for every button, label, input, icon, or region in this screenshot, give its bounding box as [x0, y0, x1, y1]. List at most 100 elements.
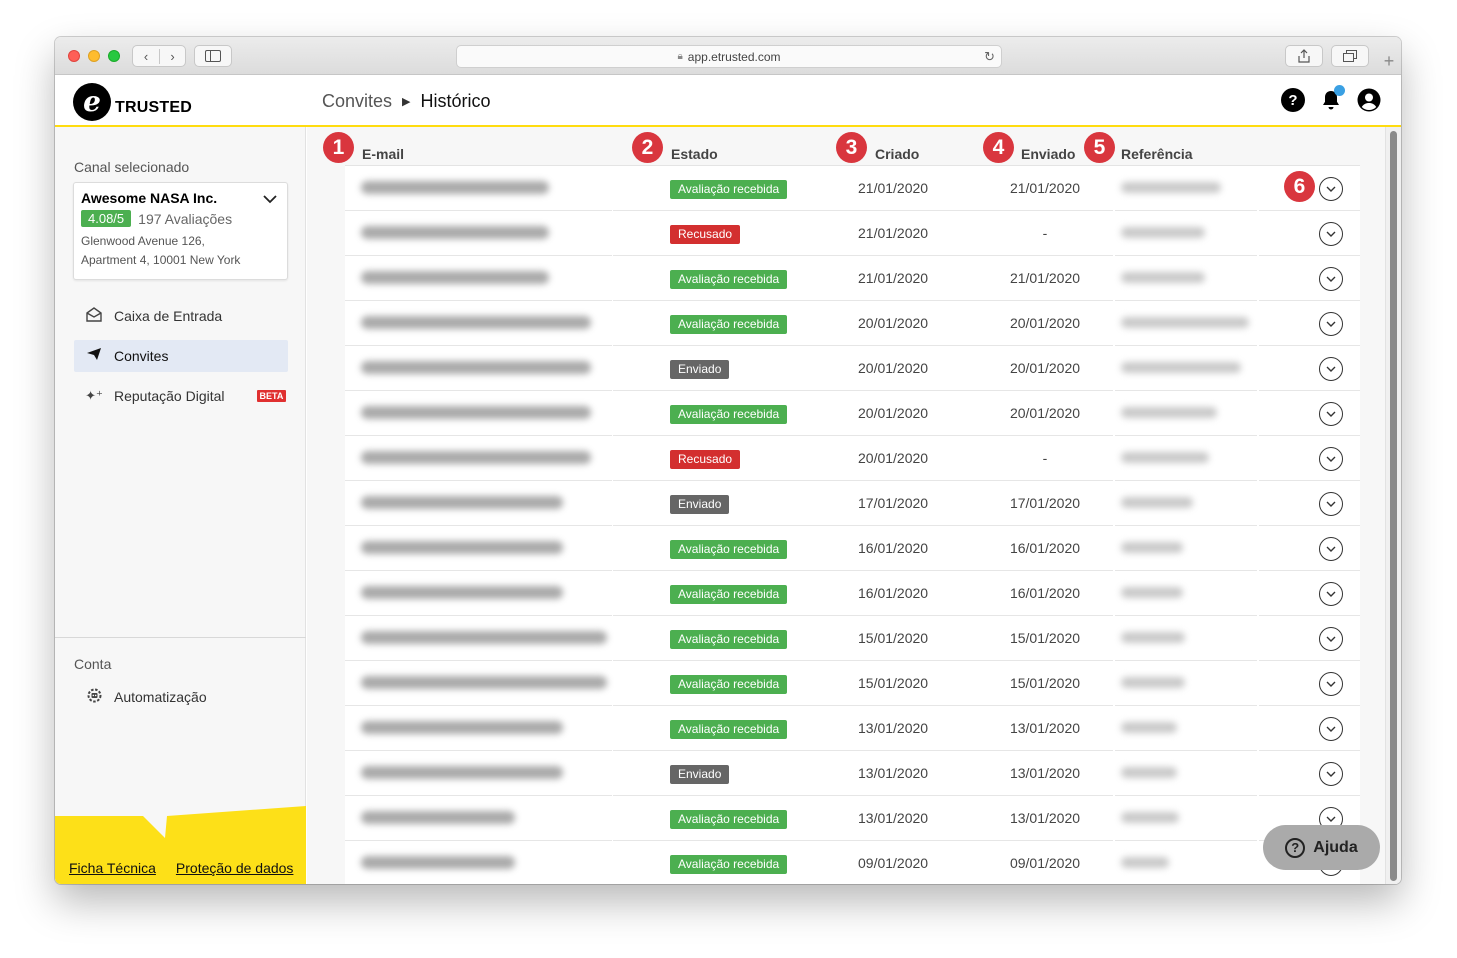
table-row[interactable]: Avaliação recebida 13/01/2020 13/01/2020 — [345, 796, 1360, 841]
chevron-down-icon — [1326, 681, 1336, 687]
created-date: 21/01/2020 — [858, 225, 929, 241]
expand-row-button[interactable] — [1319, 762, 1343, 786]
etrusted-logo[interactable]: e TRUSTED — [73, 83, 192, 121]
address-bar[interactable]: 🔒︎ app.etrusted.com ↻ — [456, 45, 1002, 68]
reference-cell-redacted — [1121, 722, 1177, 733]
row-divider — [612, 661, 613, 706]
chevron-down-icon[interactable] — [263, 191, 277, 207]
sent-date: 13/01/2020 — [1009, 720, 1081, 736]
expand-row-button[interactable] — [1319, 717, 1343, 741]
expand-row-button[interactable] — [1319, 582, 1343, 606]
row-divider — [612, 346, 613, 391]
sent-date: 09/01/2020 — [1009, 855, 1081, 871]
column-header-referencia[interactable]: Referência — [1121, 146, 1193, 162]
expand-row-button[interactable] — [1319, 267, 1343, 291]
page-scrollbar[interactable] — [1385, 127, 1401, 884]
ficha-tecnica-link[interactable]: Ficha Técnica — [69, 860, 156, 876]
forward-icon[interactable]: › — [159, 48, 185, 64]
sidebar-toggle-button[interactable] — [194, 45, 232, 67]
question-icon: ? — [1285, 837, 1306, 858]
status-badge: Avaliação recebida — [670, 630, 788, 649]
reference-cell-redacted — [1121, 272, 1205, 283]
channel-selector[interactable]: Awesome NASA Inc. 4.08/5 197 Avaliações … — [73, 182, 288, 280]
share-button[interactable] — [1285, 45, 1323, 67]
sidebar-item-automatizacao[interactable]: Automatização — [74, 681, 288, 713]
table-row[interactable]: Avaliação recebida 16/01/2020 16/01/2020 — [345, 526, 1360, 571]
row-divider — [612, 751, 613, 796]
status-badge: Enviado — [670, 495, 730, 514]
expand-row-button[interactable] — [1319, 177, 1343, 201]
created-date: 13/01/2020 — [858, 720, 929, 736]
sidebar-item-convites[interactable]: Convites — [74, 340, 288, 372]
reload-icon[interactable]: ↻ — [984, 49, 995, 65]
expand-row-button[interactable] — [1319, 222, 1343, 246]
app-header: e TRUSTED Convites ▶ Histórico ? — [55, 75, 1401, 127]
sidebar-item-inbox[interactable]: Caixa de Entrada — [74, 300, 288, 332]
sidebar-icon — [205, 50, 221, 62]
reference-cell-redacted — [1121, 587, 1183, 598]
zoom-window-button[interactable] — [108, 50, 120, 62]
reference-cell-redacted — [1121, 407, 1217, 418]
created-date: 09/01/2020 — [858, 855, 929, 871]
tab-overview-button[interactable] — [1331, 45, 1369, 67]
inbox-icon — [84, 306, 104, 326]
row-divider — [612, 616, 613, 661]
breadcrumb-separator-icon: ▶ — [402, 96, 411, 108]
close-window-button[interactable] — [68, 50, 80, 62]
table-row[interactable]: Avaliação recebida 15/01/2020 15/01/2020 — [345, 661, 1360, 706]
table-row[interactable]: Avaliação recebida 15/01/2020 15/01/2020 — [345, 616, 1360, 661]
table-row[interactable]: Avaliação recebida 20/01/2020 20/01/2020 — [345, 301, 1360, 346]
breadcrumb-convites[interactable]: Convites — [322, 91, 392, 112]
expand-row-button[interactable] — [1319, 312, 1343, 336]
callout-marker-3: 3 — [836, 132, 867, 163]
ajuda-help-button[interactable]: ? Ajuda — [1263, 825, 1380, 870]
status-badge: Recusado — [670, 450, 741, 469]
table-row[interactable]: Enviado 20/01/2020 20/01/2020 — [345, 346, 1360, 391]
expand-row-button[interactable] — [1319, 537, 1343, 561]
column-header-email[interactable]: E-mail — [362, 146, 404, 162]
scrollbar-thumb[interactable] — [1390, 131, 1397, 881]
status-badge: Avaliação recebida — [670, 315, 788, 334]
back-icon[interactable]: ‹ — [133, 49, 159, 64]
table-row[interactable]: Recusado 21/01/2020 - — [345, 211, 1360, 256]
callout-marker-5: 5 — [1084, 132, 1115, 163]
table-row[interactable]: Avaliação recebida 21/01/2020 21/01/2020 — [345, 256, 1360, 301]
sent-date: 17/01/2020 — [1009, 495, 1081, 511]
table-row[interactable]: Recusado 20/01/2020 - — [345, 436, 1360, 481]
user-account-icon[interactable] — [1357, 88, 1381, 112]
sent-date: 15/01/2020 — [1009, 630, 1081, 646]
minimize-window-button[interactable] — [88, 50, 100, 62]
new-tab-icon[interactable]: + — [1377, 51, 1401, 72]
table-row[interactable]: Avaliação recebida 20/01/2020 20/01/2020 — [345, 391, 1360, 436]
created-date: 21/01/2020 — [858, 180, 929, 196]
expand-row-button[interactable] — [1319, 627, 1343, 651]
help-icon[interactable]: ? — [1281, 88, 1305, 112]
table-row[interactable]: Avaliação recebida 09/01/2020 09/01/2020 — [345, 841, 1360, 884]
column-header-enviado[interactable]: Enviado — [1021, 146, 1075, 162]
email-cell-redacted — [361, 541, 563, 554]
protecao-dados-link[interactable]: Proteção de dados — [176, 860, 294, 876]
table-row[interactable]: Enviado 13/01/2020 13/01/2020 — [345, 751, 1360, 796]
expand-row-button[interactable] — [1319, 402, 1343, 426]
channel-name: Awesome NASA Inc. — [81, 190, 218, 206]
column-header-estado[interactable]: Estado — [671, 146, 718, 162]
email-cell-redacted — [361, 451, 591, 464]
expand-row-button[interactable] — [1319, 672, 1343, 696]
column-header-criado[interactable]: Criado — [875, 146, 919, 162]
email-cell-redacted — [361, 586, 563, 599]
table-row[interactable]: Avaliação recebida 13/01/2020 13/01/2020 — [345, 706, 1360, 751]
sidebar: Canal selecionado Awesome NASA Inc. 4.08… — [55, 127, 306, 884]
help-button-label: Ajuda — [1313, 838, 1358, 856]
robot-gear-icon — [84, 687, 104, 708]
expand-row-button[interactable] — [1319, 447, 1343, 471]
chevron-down-icon — [1326, 366, 1336, 372]
expand-row-button[interactable] — [1319, 357, 1343, 381]
table-row[interactable]: Enviado 17/01/2020 17/01/2020 — [345, 481, 1360, 526]
table-row[interactable]: Avaliação recebida 21/01/2020 21/01/2020 — [345, 166, 1360, 211]
expand-row-button[interactable] — [1319, 492, 1343, 516]
table-row[interactable]: Avaliação recebida 16/01/2020 16/01/2020 — [345, 571, 1360, 616]
sidebar-item-reputacao[interactable]: ✦⁺ Reputação Digital BETA — [74, 380, 288, 412]
footer-links: Ficha Técnica Proteção de dados — [69, 860, 293, 876]
logo-text: TRUSTED — [115, 99, 192, 116]
notifications-button[interactable] — [1319, 85, 1345, 112]
